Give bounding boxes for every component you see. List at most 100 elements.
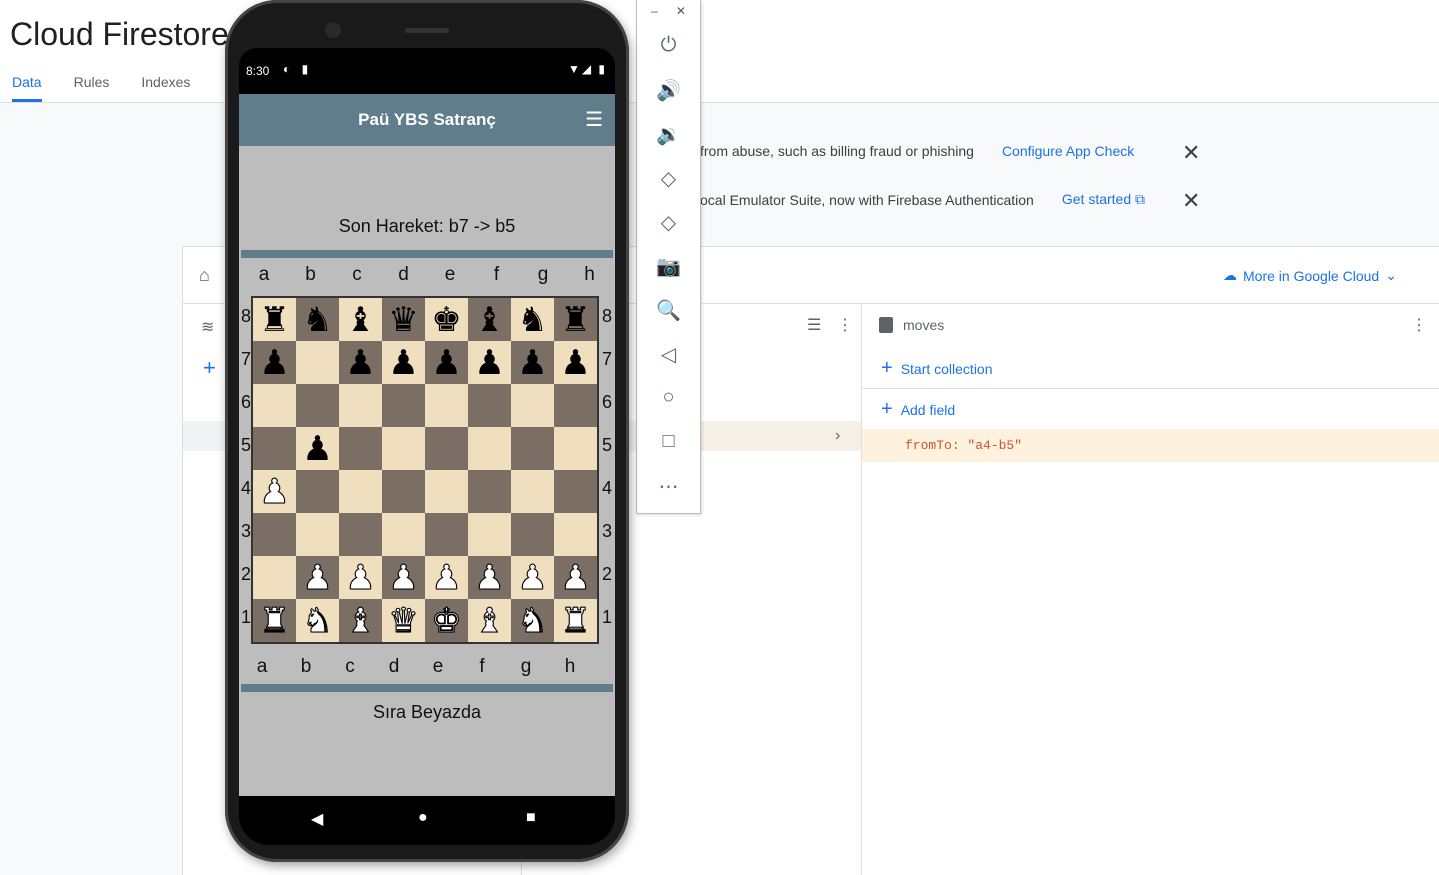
board-square[interactable]: ♟	[554, 341, 597, 384]
tab-data[interactable]: Data	[12, 74, 42, 102]
white-pawn-icon[interactable]: ♟	[345, 560, 377, 595]
board-square[interactable]	[511, 427, 554, 470]
board-square[interactable]	[339, 384, 382, 427]
rotate-right-icon[interactable]: ◇	[637, 210, 700, 235]
board-square[interactable]: ♝	[468, 599, 511, 642]
black-bishop-icon[interactable]: ♝	[345, 303, 375, 337]
white-pawn-icon[interactable]: ♟	[302, 560, 334, 595]
more-vert-icon[interactable]: ⋮	[837, 315, 853, 335]
white-knight-icon[interactable]: ♞	[302, 603, 334, 638]
board-square[interactable]: ♝	[339, 599, 382, 642]
white-pawn-icon[interactable]: ♟	[560, 560, 592, 595]
white-bishop-icon[interactable]: ♝	[474, 603, 506, 638]
board-square[interactable]: ♞	[296, 298, 339, 341]
home-icon[interactable]: ⌂	[199, 265, 210, 286]
black-knight-icon[interactable]: ♞	[517, 303, 547, 337]
power-icon[interactable]: ⏻	[637, 34, 700, 57]
board-square[interactable]: ♜	[554, 298, 597, 341]
board-square[interactable]	[468, 384, 511, 427]
board-square[interactable]	[253, 556, 296, 599]
board-square[interactable]	[339, 470, 382, 513]
board-square[interactable]	[296, 384, 339, 427]
board-square[interactable]: ♜	[253, 298, 296, 341]
more-icon[interactable]: ⋯	[637, 474, 700, 499]
board-square[interactable]	[339, 427, 382, 470]
document-field[interactable]: fromTo: "a4-b5"	[862, 429, 1439, 462]
board-square[interactable]: ♟	[425, 341, 468, 384]
board-square[interactable]	[382, 427, 425, 470]
board-square[interactable]	[382, 384, 425, 427]
configure-app-check-link[interactable]: Configure App Check	[1002, 143, 1134, 159]
black-rook-icon[interactable]: ♜	[259, 303, 289, 337]
board-square[interactable]: ♞	[511, 599, 554, 642]
board-square[interactable]: ♟	[468, 341, 511, 384]
black-pawn-icon[interactable]: ♟	[560, 346, 590, 380]
board-square[interactable]	[296, 513, 339, 556]
close-icon[interactable]: ✕	[1182, 188, 1200, 214]
board-square[interactable]	[554, 427, 597, 470]
board-square[interactable]	[425, 384, 468, 427]
board-square[interactable]: ♜	[253, 599, 296, 642]
board-square[interactable]: ♟	[511, 556, 554, 599]
start-collection-button[interactable]: + Start collection	[881, 357, 993, 380]
black-pawn-icon[interactable]: ♟	[517, 346, 547, 380]
white-pawn-icon[interactable]: ♟	[517, 560, 549, 595]
board-square[interactable]: ♟	[339, 556, 382, 599]
board-square[interactable]	[296, 341, 339, 384]
filter-icon[interactable]: ☰	[807, 315, 821, 335]
board-square[interactable]	[382, 513, 425, 556]
black-rook-icon[interactable]: ♜	[560, 303, 590, 337]
board-square[interactable]	[296, 470, 339, 513]
board-square[interactable]	[339, 513, 382, 556]
board-square[interactable]	[253, 384, 296, 427]
board-square[interactable]	[511, 513, 554, 556]
board-square[interactable]	[554, 513, 597, 556]
close-icon[interactable]: ✕	[1182, 140, 1200, 166]
black-pawn-icon[interactable]: ♟	[345, 346, 375, 380]
board-square[interactable]	[468, 513, 511, 556]
black-pawn-icon[interactable]: ♟	[259, 346, 289, 380]
minimize-icon[interactable]: –	[651, 4, 658, 18]
more-vert-icon[interactable]: ⋮	[1411, 315, 1427, 335]
black-bishop-icon[interactable]: ♝	[474, 303, 504, 337]
board-square[interactable]: ♝	[468, 298, 511, 341]
volume-up-icon[interactable]: 🔊	[637, 78, 700, 103]
add-field-button[interactable]: + Add field	[881, 398, 955, 421]
board-square[interactable]	[468, 427, 511, 470]
white-rook-icon[interactable]: ♜	[259, 603, 291, 638]
board-square[interactable]	[253, 427, 296, 470]
board-square[interactable]	[468, 470, 511, 513]
board-square[interactable]	[511, 384, 554, 427]
board-square[interactable]	[425, 427, 468, 470]
board-square[interactable]	[425, 513, 468, 556]
board-square[interactable]	[425, 470, 468, 513]
board-square[interactable]: ♟	[253, 470, 296, 513]
white-pawn-icon[interactable]: ♟	[474, 560, 506, 595]
white-knight-icon[interactable]: ♞	[517, 603, 549, 638]
board-square[interactable]	[253, 513, 296, 556]
board-square[interactable]: ♜	[554, 599, 597, 642]
board-square[interactable]: ♝	[339, 298, 382, 341]
white-king-icon[interactable]: ♚	[431, 603, 463, 638]
board-square[interactable]: ♟	[468, 556, 511, 599]
board-square[interactable]: ♞	[511, 298, 554, 341]
board-square[interactable]: ♟	[339, 341, 382, 384]
overview-icon[interactable]: □	[637, 430, 700, 453]
camera-icon[interactable]: 📷	[637, 254, 700, 279]
black-pawn-icon[interactable]: ♟	[302, 432, 332, 466]
black-king-icon[interactable]: ♚	[431, 303, 461, 337]
board-square[interactable]: ♟	[511, 341, 554, 384]
board-square[interactable]: ♟	[554, 556, 597, 599]
get-started-link[interactable]: Get started ⧉	[1062, 191, 1145, 208]
black-queen-icon[interactable]: ♛	[388, 303, 418, 337]
zoom-icon[interactable]: 🔍	[637, 298, 700, 323]
black-pawn-icon[interactable]: ♟	[431, 346, 461, 380]
board-square[interactable]: ♚	[425, 298, 468, 341]
black-pawn-icon[interactable]: ♟	[474, 346, 504, 380]
tab-rules[interactable]: Rules	[74, 74, 110, 102]
board-square[interactable]	[382, 470, 425, 513]
board-square[interactable]: ♟	[296, 556, 339, 599]
black-pawn-icon[interactable]: ♟	[388, 346, 418, 380]
add-icon[interactable]: +	[203, 355, 216, 381]
board-square[interactable]	[511, 470, 554, 513]
